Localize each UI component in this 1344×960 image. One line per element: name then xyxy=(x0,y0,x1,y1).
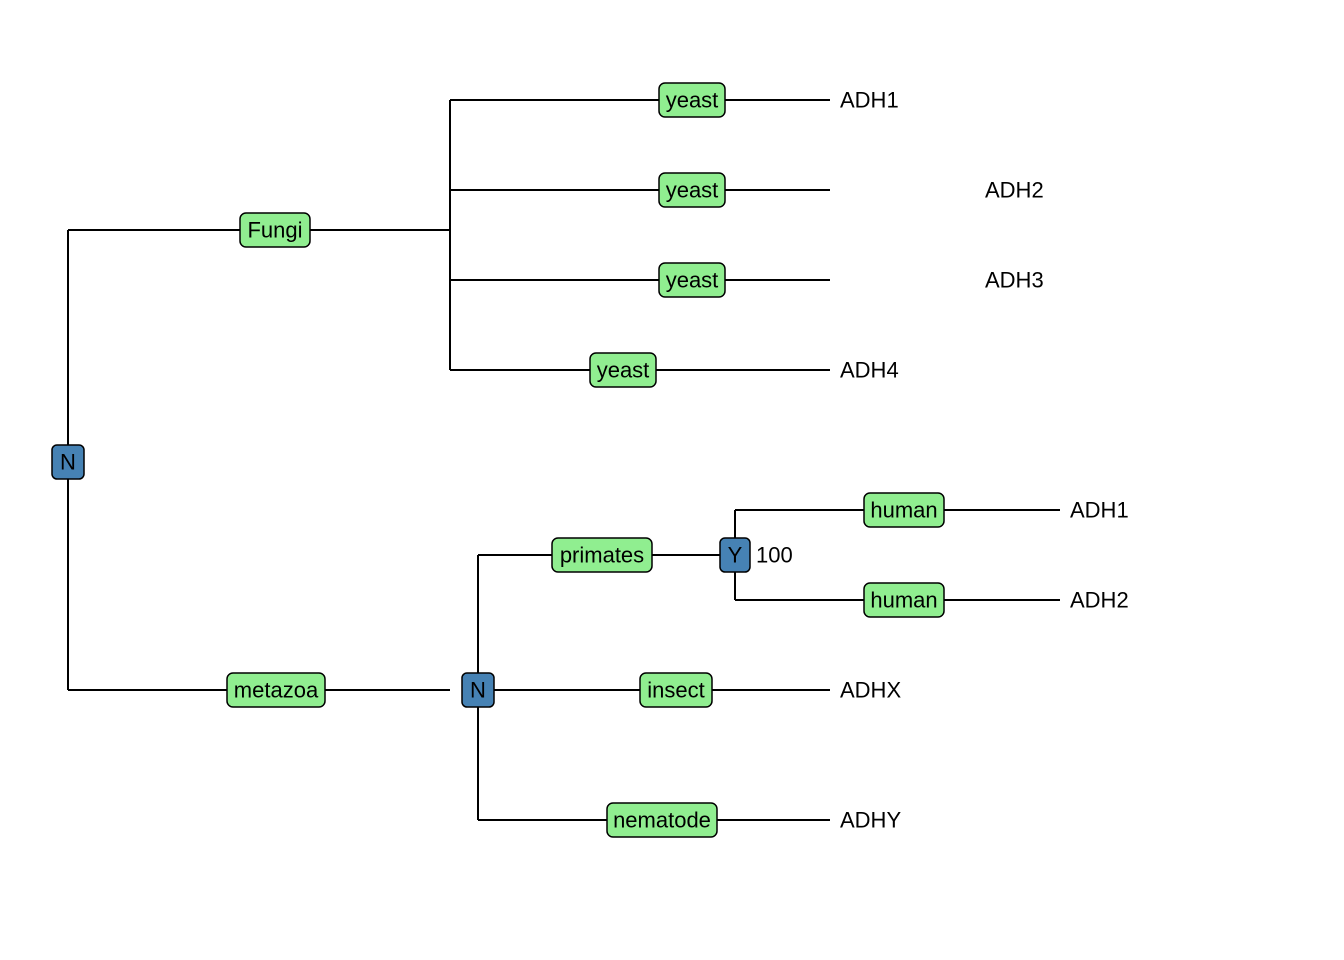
phylogenetic-tree: N Fungi yeast ADH1 yeast ADH2 yeast ADH3… xyxy=(0,0,1344,960)
node-primates-label: primates xyxy=(560,543,644,568)
leaf-adhx: ADHX xyxy=(840,678,901,703)
node-root-label: N xyxy=(60,450,76,475)
leaf-adh4-yeast: ADH4 xyxy=(840,358,899,383)
node-human-1-label: human xyxy=(870,498,937,523)
leaf-adh1-yeast: ADH1 xyxy=(840,88,899,113)
leaf-adh1-human: ADH1 xyxy=(1070,498,1129,523)
node-insect-label: insect xyxy=(647,678,704,703)
node-yeast-3-label: yeast xyxy=(666,268,719,293)
node-metazoa-label: metazoa xyxy=(234,678,319,703)
node-fungi-label: Fungi xyxy=(247,218,302,243)
leaf-adh2-yeast: ADH2 xyxy=(985,178,1044,203)
node-primates-y-label: Y xyxy=(728,543,743,568)
leaf-adhy: ADHY xyxy=(840,808,901,833)
node-yeast-4-label: yeast xyxy=(597,358,650,383)
node-human-2-label: human xyxy=(870,588,937,613)
node-yeast-1-label: yeast xyxy=(666,88,719,113)
node-metazoa-n-label: N xyxy=(470,678,486,703)
node-primates-y-support: 100 xyxy=(756,543,793,568)
leaf-adh2-human: ADH2 xyxy=(1070,588,1129,613)
node-yeast-2-label: yeast xyxy=(666,178,719,203)
node-nematode-label: nematode xyxy=(613,808,711,833)
leaf-adh3-yeast: ADH3 xyxy=(985,268,1044,293)
